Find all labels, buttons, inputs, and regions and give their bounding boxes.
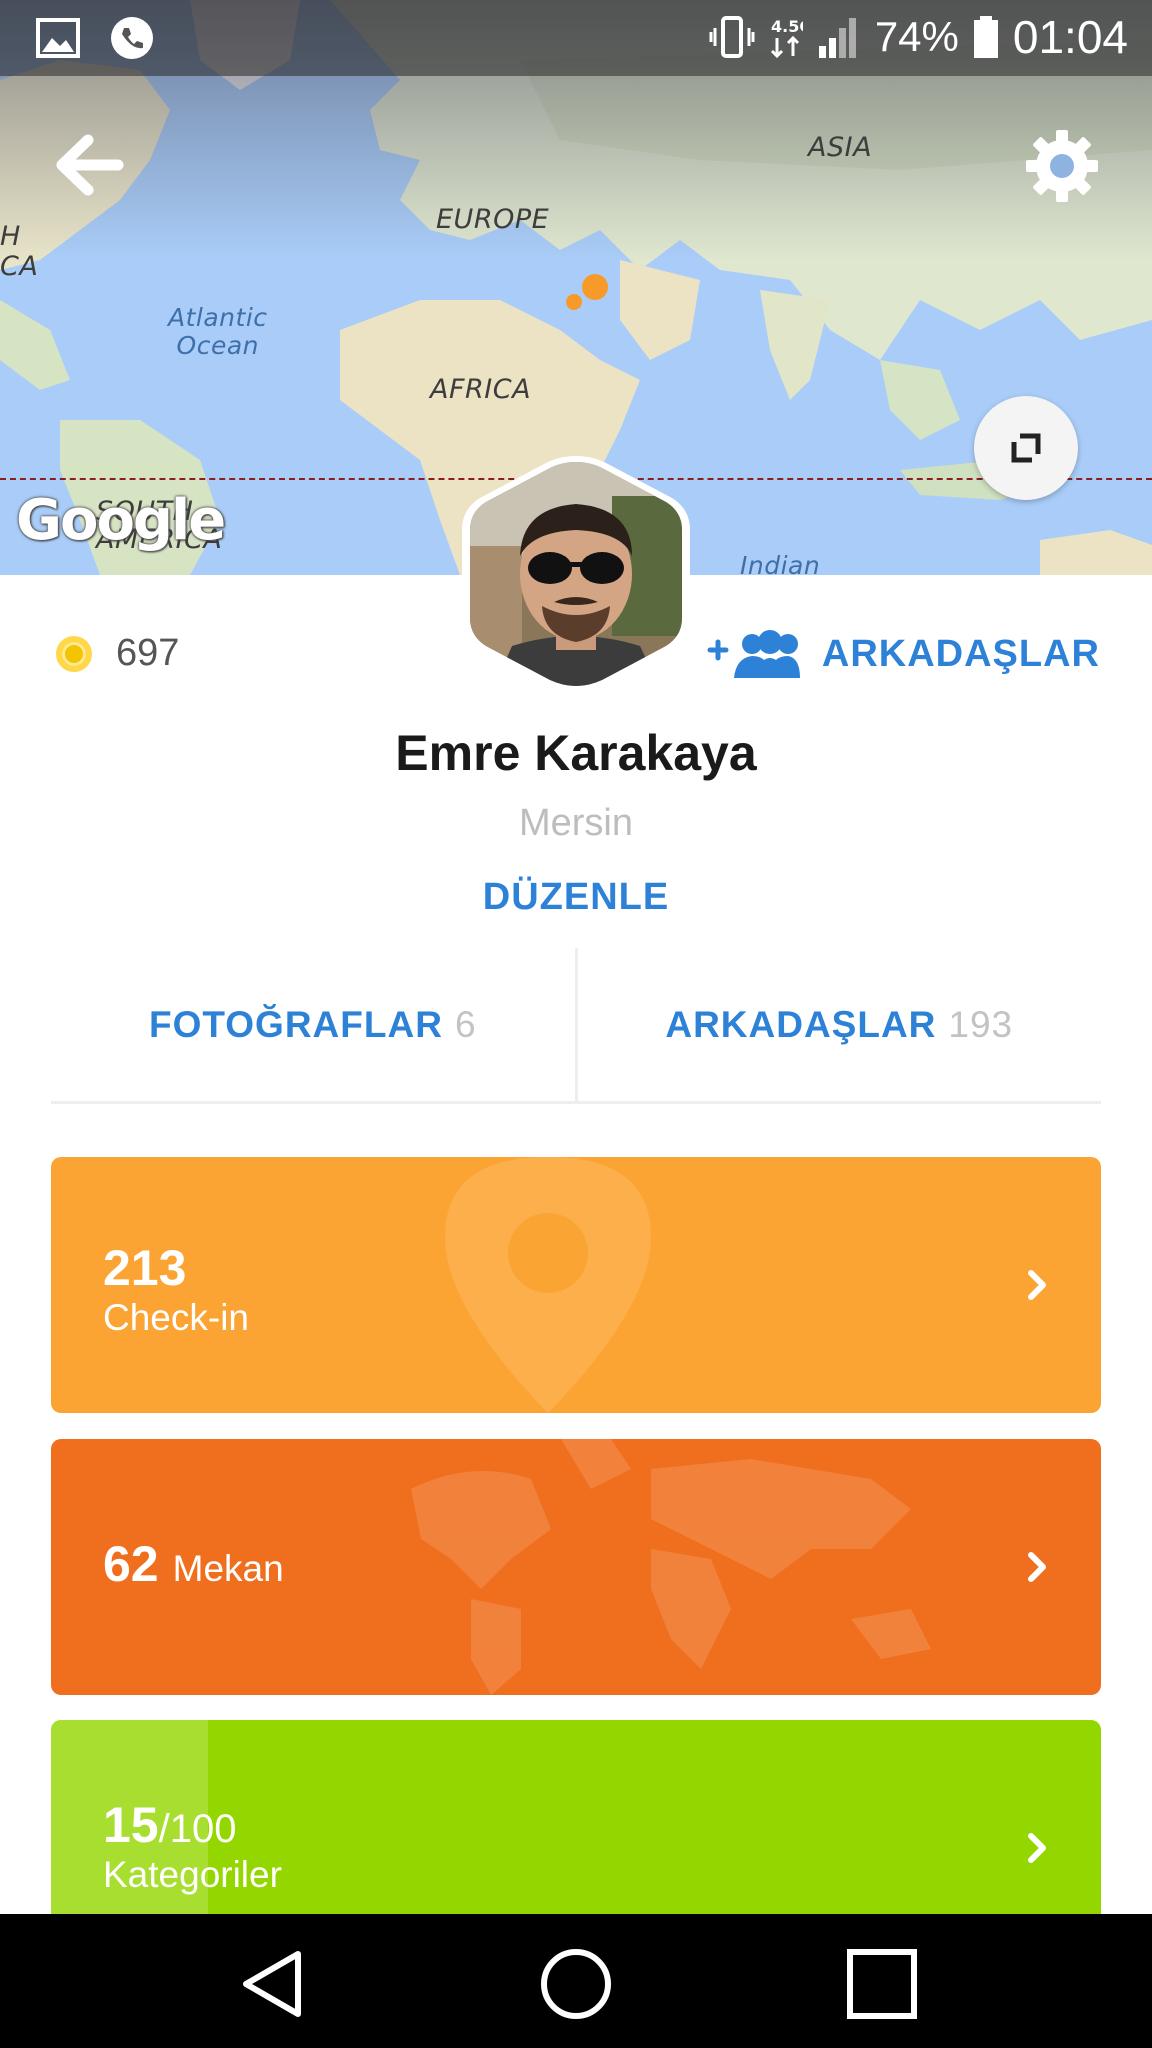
venues-stat-card[interactable]: 62 Mekan	[51, 1439, 1101, 1695]
battery-icon	[973, 16, 998, 58]
chevron-right-icon	[1028, 1833, 1046, 1863]
svg-text:4.5G: 4.5G	[771, 17, 803, 36]
avatar[interactable]	[462, 456, 690, 692]
categories-total: /100	[158, 1807, 237, 1851]
map-label-north-america: H CA	[0, 221, 39, 282]
tab-photos-count: 6	[454, 1003, 477, 1045]
venues-label: Mekan	[172, 1548, 284, 1589]
tab-friends-count: 193	[948, 1003, 1014, 1045]
add-friends-icon	[707, 630, 800, 678]
android-nav-bar	[0, 1914, 1152, 2048]
venues-count: 62	[103, 1536, 159, 1592]
checkin-count: 213	[103, 1240, 187, 1296]
nav-home-icon[interactable]	[538, 1946, 614, 2022]
battery-percent: 74%	[874, 13, 959, 60]
checkin-map-pin[interactable]	[566, 294, 582, 310]
checkin-label: Check-in	[103, 1297, 249, 1338]
edit-profile-button[interactable]: DÜZENLE	[0, 876, 1152, 919]
clock: 01:04	[1012, 11, 1128, 63]
coin-icon	[56, 635, 92, 672]
map-label-europe: EUROPE	[436, 204, 550, 235]
coin-balance: 697	[56, 632, 179, 675]
tab-photos-label: FOTOĞRAFLAR	[148, 1003, 443, 1045]
map-label-atlantic: Atlantic Ocean	[168, 303, 268, 360]
friends-link-label: ARKADAŞLAR	[821, 632, 1100, 675]
tab-photos[interactable]: FOTOĞRAFLAR 6	[51, 948, 575, 1101]
profile-tabs: FOTOĞRAFLAR 6 ARKADAŞLAR 193	[51, 948, 1101, 1104]
call-notification-icon	[111, 17, 153, 59]
network-type-icon: 4.5G	[770, 17, 803, 59]
categories-label: Kategoriler	[103, 1854, 282, 1895]
back-arrow-icon[interactable]	[52, 128, 126, 202]
nav-recents-icon[interactable]	[844, 1946, 920, 2022]
add-friends-button[interactable]: ARKADAŞLAR	[704, 628, 1100, 680]
chevron-right-icon	[1028, 1270, 1046, 1300]
signal-icon	[818, 18, 856, 58]
profile-name: Emre Karakaya	[395, 725, 757, 781]
checkin-stat-card[interactable]: 213 Check-in	[51, 1157, 1101, 1413]
map-label-africa: AFRICA	[430, 374, 532, 405]
status-bar: 4.5G 74% 01:04	[0, 0, 1152, 76]
tab-friends[interactable]: ARKADAŞLAR 193	[578, 948, 1102, 1101]
google-logo: Google	[16, 488, 226, 553]
expand-map-button[interactable]	[974, 396, 1078, 500]
categories-count: 15	[103, 1797, 159, 1853]
map-label-asia: ASIA	[808, 132, 873, 163]
gallery-notification-icon	[36, 18, 80, 58]
tab-friends-label: ARKADAŞLAR	[665, 1003, 937, 1045]
vibrate-icon	[709, 16, 755, 58]
gear-icon[interactable]	[1022, 126, 1102, 206]
nav-back-icon[interactable]	[236, 1946, 312, 2022]
expand-icon	[1011, 433, 1041, 463]
chevron-right-icon	[1028, 1552, 1046, 1582]
checkin-map-pin[interactable]	[582, 274, 608, 300]
map-label-indian: Indian	[740, 551, 821, 576]
coin-value: 697	[116, 632, 180, 674]
profile-city: Mersin	[518, 802, 634, 844]
